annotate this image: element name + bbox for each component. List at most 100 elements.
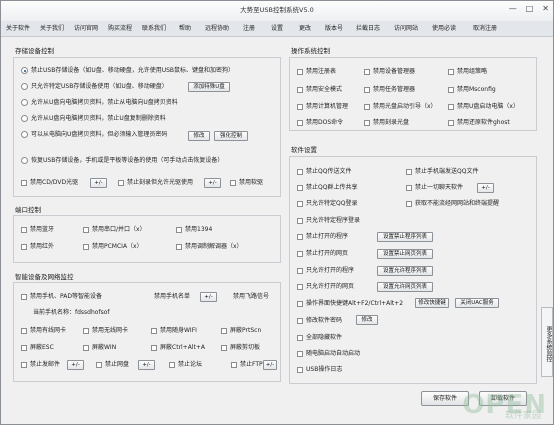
checkbox-icon[interactable] (297, 103, 303, 110)
menu-unregister[interactable]: 取消注册 (463, 21, 507, 36)
minimize-icon[interactable]: — (509, 4, 517, 14)
modify-password-button[interactable]: 修改 (188, 131, 210, 141)
disable-phone-checkbox[interactable]: 禁用手机、PAD等智能设备 (21, 292, 102, 302)
radio-icon[interactable] (21, 131, 28, 138)
block-clipboard-checkbox[interactable]: 屏蔽剪切板 (221, 343, 260, 353)
ftp-plus-minus-button[interactable]: +/- (263, 360, 277, 370)
checkbox-icon[interactable] (297, 334, 303, 341)
checkbox-icon[interactable] (364, 103, 370, 110)
checkbox-icon[interactable] (221, 344, 227, 351)
radio-icon[interactable] (21, 67, 28, 74)
checkbox-icon[interactable] (297, 184, 303, 191)
menu-block-log[interactable]: 拦截日志 (349, 21, 387, 36)
checkbox-icon[interactable] (297, 317, 303, 324)
disable-dos-checkbox[interactable]: 禁用DOS命令 (297, 118, 343, 128)
menu-register[interactable]: 注册 (235, 21, 263, 36)
checkbox-icon[interactable] (96, 361, 102, 368)
checkbox-icon[interactable] (83, 243, 89, 250)
block-all-chat-checkbox[interactable]: 禁止一切聊天软件 (406, 183, 463, 193)
block-win-checkbox[interactable]: 屏蔽WIN (83, 343, 116, 353)
checkbox-icon[interactable] (83, 226, 89, 233)
checkbox-icon[interactable] (297, 200, 303, 207)
disable-cd-boot-checkbox[interactable]: 禁用光盘启动引导（x） (364, 102, 437, 112)
block-mobile-qq-checkbox[interactable]: 禁止手机端发送QQ文件 (406, 167, 478, 177)
disable-safemode-checkbox[interactable]: 禁用安全模式 (297, 85, 342, 95)
disable-pcmcia-checkbox[interactable]: 禁用PCMCIA（x） (83, 242, 143, 252)
disable-compmgmt-checkbox[interactable]: 禁用计算机管理 (297, 102, 348, 112)
block-prtscn-checkbox[interactable]: 屏蔽PrtScn (221, 326, 261, 336)
set-allow-program-button[interactable]: 设置允许程序列表 (377, 266, 433, 276)
menu-settings[interactable]: 设置 (263, 21, 291, 36)
checkbox-icon[interactable] (151, 344, 157, 351)
disable-ghost-checkbox[interactable]: 禁用还原软件ghost (448, 118, 510, 128)
allow-web-checkbox[interactable]: 只允许打开的网页 (297, 282, 354, 292)
checkbox-icon[interactable] (297, 283, 303, 290)
modify-software-password-button[interactable]: 修改 (356, 315, 378, 325)
block-forum-checkbox[interactable]: 禁止论坛 (169, 360, 202, 370)
phone-plus-minus-button[interactable]: +/- (200, 292, 217, 302)
menu-about-us[interactable]: 关于我们 (35, 21, 69, 36)
disable-wifi-checkbox[interactable]: 禁用随身WIFI (151, 326, 197, 336)
menu-change[interactable]: 更改 (291, 21, 319, 36)
menu-visit-site[interactable]: 访问官网 (69, 21, 103, 36)
block-ctrl-alt-a-checkbox[interactable]: 屏蔽Ctrl+Alt+A (151, 343, 205, 353)
checkbox-icon[interactable] (176, 226, 182, 233)
enhance-control-button[interactable]: 强化控制 (214, 131, 248, 141)
checkbox-icon[interactable] (448, 103, 454, 110)
close-uac-button[interactable]: 关闭UAC服务 (455, 298, 499, 308)
disable-burn-disc-checkbox[interactable]: 禁用刻录光盘 (364, 118, 409, 128)
allow-specific-program-checkbox[interactable]: 只允许特定程序登录 (297, 216, 360, 226)
cd-plus-minus-button[interactable]: +/- (90, 178, 107, 188)
net-remind-checkbox[interactable]: 获取不能流经网网站和终端提醒 (406, 199, 499, 209)
checkbox-icon[interactable] (448, 86, 454, 93)
menu-help[interactable]: 帮助 (171, 21, 199, 36)
checkbox-icon[interactable] (297, 86, 303, 93)
checkbox-icon[interactable] (169, 361, 175, 368)
checkbox-icon[interactable] (406, 168, 412, 175)
hotkey-checkbox[interactable]: 操作界面快捷键Alt+F2/Ctrl+Alt+2 (297, 299, 403, 309)
block-qq-file-checkbox[interactable]: 禁止QQ传送文件 (297, 167, 351, 177)
storage-opt-disable-usb[interactable]: 禁止USB存储设备（如U盘、移动硬盘，允许使用USB鼠标、键盘和加密狗） (21, 66, 234, 76)
menu-purchase[interactable]: 购买流程 (103, 21, 137, 36)
disable-devmgr-checkbox[interactable]: 禁用设备管理器 (364, 67, 415, 77)
disable-infrared-checkbox[interactable]: 禁用红外 (21, 242, 54, 252)
block-program-checkbox[interactable]: 禁止打开的程序 (297, 232, 348, 242)
checkbox-icon[interactable] (364, 68, 370, 75)
menu-version[interactable]: 版本号 (319, 21, 349, 36)
disable-bluetooth-checkbox[interactable]: 禁用蓝牙 (21, 225, 54, 235)
disable-registry-checkbox[interactable]: 禁用注册表 (297, 67, 336, 77)
disable-taskmgr-checkbox[interactable]: 禁用任务管理器 (364, 85, 415, 95)
maximize-icon[interactable]: □ (526, 4, 534, 14)
disable-burn-checkbox[interactable]: 禁止刻录但允许光驱使用 (118, 178, 193, 188)
disable-serial-checkbox[interactable]: 禁用串口/并口（x） (83, 225, 146, 235)
menu-about-software[interactable]: 关于软件 (1, 21, 35, 36)
radio-icon[interactable] (21, 99, 28, 106)
checkbox-icon[interactable] (406, 200, 412, 207)
allow-specific-qq-checkbox[interactable]: 只允许特定QQ登录 (297, 199, 357, 209)
checkbox-icon[interactable] (83, 344, 89, 351)
menu-visit-web[interactable]: 访问网站 (387, 21, 425, 36)
block-ftp-checkbox[interactable]: 禁止FTP (231, 360, 263, 370)
checkbox-icon[interactable] (448, 68, 454, 75)
burn-plus-minus-button[interactable]: +/- (204, 178, 221, 188)
checkbox-icon[interactable] (297, 217, 303, 224)
block-netdisk-checkbox[interactable]: 禁止网盘 (96, 360, 129, 370)
checkbox-icon[interactable] (230, 179, 236, 186)
modify-hotkey-button[interactable]: 修改快捷键 (415, 298, 449, 308)
block-web-checkbox[interactable]: 禁止打开的网页 (297, 249, 348, 259)
checkbox-icon[interactable] (221, 327, 227, 334)
disable-msconfig-checkbox[interactable]: 禁用Msconfig (448, 85, 496, 95)
checkbox-icon[interactable] (176, 243, 182, 250)
menu-remote[interactable]: 远程协助 (199, 21, 235, 36)
modify-password-checkbox[interactable]: 修改软件密码 (297, 316, 342, 326)
checkbox-icon[interactable] (297, 300, 303, 307)
radio-icon[interactable] (21, 83, 28, 90)
more-monitor-tab[interactable]: 更多系统监控 (541, 307, 553, 377)
email-plus-minus-button[interactable]: +/- (67, 360, 84, 370)
storage-opt-no-delete[interactable]: 允许从U盘向电脑拷贝资料，禁止U盘复制删除资料 (21, 114, 166, 124)
checkbox-icon[interactable] (297, 68, 303, 75)
block-email-checkbox[interactable]: 禁止发邮件 (21, 360, 60, 370)
menu-contact[interactable]: 联系我们 (137, 21, 171, 36)
checkbox-icon[interactable] (297, 350, 303, 357)
chat-plus-minus-button[interactable]: +/- (477, 183, 494, 193)
